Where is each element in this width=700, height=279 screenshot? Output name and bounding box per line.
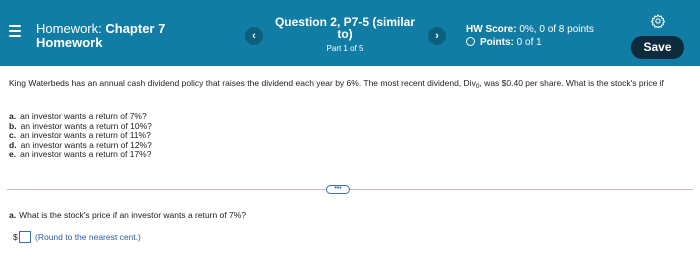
part-indicator: Part 1 of 5: [326, 44, 364, 53]
divider: [7, 189, 693, 190]
circle-icon: [466, 37, 475, 46]
top-bar: Homework: Chapter 7 Homework ‹ Question …: [0, 0, 700, 66]
sub-question: a. What is the stock's price if an invest…: [9, 210, 247, 220]
answer-input[interactable]: [19, 231, 31, 243]
gear-icon[interactable]: [651, 14, 665, 28]
hw-score: HW Score: 0%, 0 of 8 points: [466, 24, 594, 35]
rounding-hint: (Round to the nearest cent.): [35, 232, 141, 242]
currency-label: $: [13, 232, 18, 242]
chapter-label: Chapter 7: [105, 21, 166, 36]
prev-arrow-icon[interactable]: ‹: [245, 27, 263, 45]
question-title: Question 2, P7-5 (similar to): [274, 15, 416, 41]
question-text: King Waterbeds has an annual cash divide…: [9, 78, 664, 90]
question-parts-list: a. an investor wants a return of 7%? b. an…: [9, 111, 152, 160]
more-button[interactable]: •••: [326, 185, 350, 194]
homework-name: Homework: [36, 35, 103, 50]
save-button[interactable]: Save: [631, 36, 684, 59]
list-item: e. an investor wants a return of 17%?: [9, 149, 152, 160]
next-arrow-icon[interactable]: ›: [428, 27, 446, 45]
menu-icon[interactable]: [9, 25, 21, 37]
points: Points: 0 of 1: [466, 37, 542, 49]
homework-title: Homework: Chapter 7: [36, 21, 166, 36]
